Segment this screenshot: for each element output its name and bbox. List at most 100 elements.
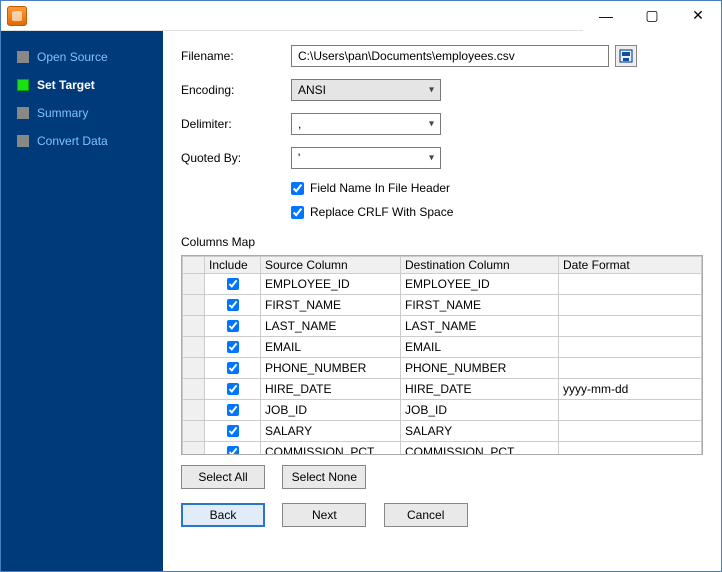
row-header-cell[interactable] <box>183 295 205 316</box>
date-format-cell[interactable] <box>559 400 702 421</box>
row-header-cell[interactable] <box>183 421 205 442</box>
destination-column-cell[interactable]: HIRE_DATE <box>401 379 559 400</box>
date-format-cell[interactable] <box>559 421 702 442</box>
date-format-cell[interactable] <box>559 337 702 358</box>
include-checkbox[interactable] <box>227 404 239 416</box>
date-format-cell[interactable]: yyyy-mm-dd <box>559 379 702 400</box>
destination-column-cell[interactable]: PHONE_NUMBER <box>401 358 559 379</box>
columns-map-grid[interactable]: Include Source Column Destination Column… <box>181 255 703 455</box>
table-row[interactable]: EMPLOYEE_IDEMPLOYEE_ID <box>183 274 702 295</box>
date-format-cell[interactable] <box>559 316 702 337</box>
sidebar-item-set-target[interactable]: Set Target <box>1 71 163 99</box>
destination-column-cell[interactable]: LAST_NAME <box>401 316 559 337</box>
source-column-cell[interactable]: COMMISSION_PCT <box>261 442 401 456</box>
replace-crlf-checkbox[interactable] <box>291 206 304 219</box>
table-row[interactable]: HIRE_DATEHIRE_DATEyyyy-mm-dd <box>183 379 702 400</box>
select-all-button[interactable]: Select All <box>181 465 265 489</box>
source-column-cell[interactable]: SALARY <box>261 421 401 442</box>
include-checkbox[interactable] <box>227 278 239 290</box>
table-row[interactable]: SALARYSALARY <box>183 421 702 442</box>
include-cell[interactable] <box>205 316 261 337</box>
table-row[interactable]: PHONE_NUMBERPHONE_NUMBER <box>183 358 702 379</box>
row-header-cell[interactable] <box>183 442 205 456</box>
source-column-cell[interactable]: JOB_ID <box>261 400 401 421</box>
destination-column-cell[interactable]: SALARY <box>401 421 559 442</box>
include-cell[interactable] <box>205 421 261 442</box>
delimiter-select[interactable]: , ▾ <box>291 113 441 135</box>
wizard-sidebar: Open Source Set Target Summary Convert D… <box>1 31 163 571</box>
source-column-cell[interactable]: PHONE_NUMBER <box>261 358 401 379</box>
chevron-down-icon: ▾ <box>429 85 434 96</box>
source-column-cell[interactable]: FIRST_NAME <box>261 295 401 316</box>
include-cell[interactable] <box>205 379 261 400</box>
minimize-button[interactable]: — <box>583 1 629 31</box>
date-format-cell[interactable] <box>559 442 702 456</box>
quoted-by-select[interactable]: ' ▾ <box>291 147 441 169</box>
destination-column-cell[interactable]: JOB_ID <box>401 400 559 421</box>
include-checkbox[interactable] <box>227 362 239 374</box>
include-checkbox[interactable] <box>227 320 239 332</box>
include-checkbox[interactable] <box>227 299 239 311</box>
table-row[interactable]: EMAILEMAIL <box>183 337 702 358</box>
next-button[interactable]: Next <box>282 503 366 527</box>
row-header-cell[interactable] <box>183 358 205 379</box>
sidebar-item-summary[interactable]: Summary <box>1 99 163 127</box>
sidebar-item-label: Set Target <box>37 78 95 92</box>
row-header-cell[interactable] <box>183 274 205 295</box>
encoding-select[interactable]: ANSI ▾ <box>291 79 441 101</box>
select-none-button[interactable]: Select None <box>282 465 366 489</box>
encoding-label: Encoding: <box>181 83 291 97</box>
browse-button[interactable] <box>615 45 637 67</box>
source-column-header[interactable]: Source Column <box>261 257 401 274</box>
include-cell[interactable] <box>205 295 261 316</box>
table-row[interactable]: COMMISSION_PCTCOMMISSION_PCT <box>183 442 702 456</box>
sidebar-item-open-source[interactable]: Open Source <box>1 43 163 71</box>
source-column-cell[interactable]: EMAIL <box>261 337 401 358</box>
table-row[interactable]: FIRST_NAMEFIRST_NAME <box>183 295 702 316</box>
destination-column-cell[interactable]: FIRST_NAME <box>401 295 559 316</box>
sidebar-item-label: Open Source <box>37 50 108 64</box>
app-icon <box>7 6 27 26</box>
titlebar: — ▢ ✕ <box>1 1 721 31</box>
row-header-column <box>183 257 205 274</box>
source-column-cell[interactable]: HIRE_DATE <box>261 379 401 400</box>
sidebar-item-convert-data[interactable]: Convert Data <box>1 127 163 155</box>
sidebar-item-label: Convert Data <box>37 134 108 148</box>
close-button[interactable]: ✕ <box>675 1 721 31</box>
include-cell[interactable] <box>205 337 261 358</box>
table-row[interactable]: JOB_IDJOB_ID <box>183 400 702 421</box>
destination-column-cell[interactable]: EMAIL <box>401 337 559 358</box>
source-column-cell[interactable]: LAST_NAME <box>261 316 401 337</box>
cancel-button[interactable]: Cancel <box>384 503 468 527</box>
include-cell[interactable] <box>205 400 261 421</box>
include-cell[interactable] <box>205 274 261 295</box>
destination-column-cell[interactable]: COMMISSION_PCT <box>401 442 559 456</box>
include-header[interactable]: Include <box>205 257 261 274</box>
table-row[interactable]: LAST_NAMELAST_NAME <box>183 316 702 337</box>
include-checkbox[interactable] <box>227 341 239 353</box>
step-indicator-icon <box>17 79 29 91</box>
date-format-cell[interactable] <box>559 295 702 316</box>
date-format-cell[interactable] <box>559 358 702 379</box>
include-checkbox[interactable] <box>227 383 239 395</box>
field-name-header-checkbox[interactable] <box>291 182 304 195</box>
save-icon <box>619 49 633 63</box>
date-format-header[interactable]: Date Format <box>559 257 702 274</box>
include-cell[interactable] <box>205 442 261 456</box>
destination-column-header[interactable]: Destination Column <box>401 257 559 274</box>
include-cell[interactable] <box>205 358 261 379</box>
filename-input[interactable] <box>291 45 609 67</box>
source-column-cell[interactable]: EMPLOYEE_ID <box>261 274 401 295</box>
destination-column-cell[interactable]: EMPLOYEE_ID <box>401 274 559 295</box>
date-format-cell[interactable] <box>559 274 702 295</box>
row-header-cell[interactable] <box>183 337 205 358</box>
row-header-cell[interactable] <box>183 316 205 337</box>
back-button[interactable]: Back <box>181 503 265 527</box>
row-header-cell[interactable] <box>183 379 205 400</box>
include-checkbox[interactable] <box>227 446 239 455</box>
maximize-button[interactable]: ▢ <box>629 1 675 31</box>
step-indicator-icon <box>17 135 29 147</box>
row-header-cell[interactable] <box>183 400 205 421</box>
step-indicator-icon <box>17 107 29 119</box>
include-checkbox[interactable] <box>227 425 239 437</box>
